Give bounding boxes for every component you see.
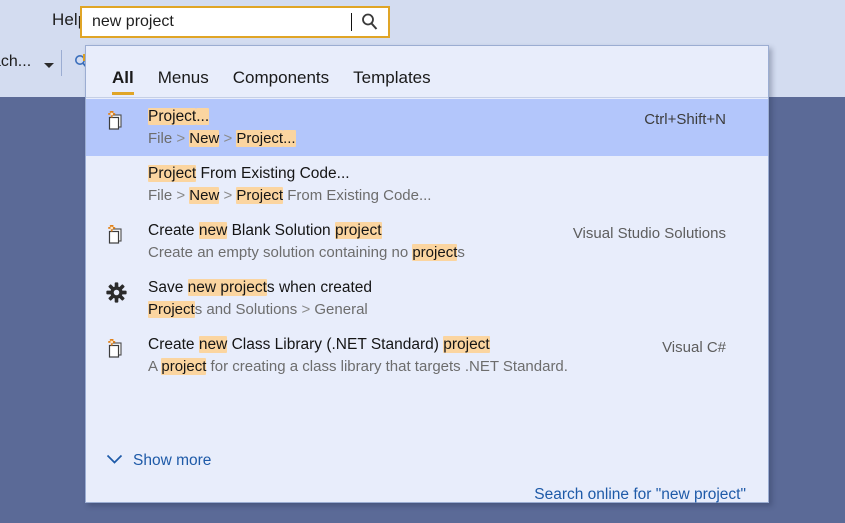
result-subtitle: File > New > Project From Existing Code.…: [148, 185, 752, 206]
tab-menus[interactable]: Menus: [146, 68, 221, 97]
keyboard-shortcut: Ctrl+Shift+N: [644, 111, 726, 128]
gear-icon: [106, 282, 127, 303]
result-title: Save new projects when created: [148, 277, 752, 298]
search-input[interactable]: [82, 9, 352, 35]
chevron-down-icon: [106, 452, 123, 470]
chevron-down-icon[interactable]: [44, 63, 54, 68]
text-run: Class Library (.NET Standard): [227, 336, 444, 353]
text-run: s and Solutions: [194, 301, 302, 318]
result-title: Project From Existing Code...: [148, 163, 752, 184]
text-run: >: [219, 187, 237, 204]
show-more-row[interactable]: Show more: [86, 441, 768, 481]
text-run: New: [189, 187, 220, 204]
text-run: From Existing Code...: [283, 187, 432, 204]
result-subtitle: Create an empty solution containing no p…: [148, 242, 752, 263]
text-run: General: [314, 301, 368, 318]
text-run: Save: [148, 279, 188, 296]
result-text: Project From Existing Code... File > New…: [148, 163, 752, 206]
result-item[interactable]: Project From Existing Code... File > New…: [86, 156, 768, 213]
result-subtitle: A project for creating a class library t…: [148, 356, 752, 377]
text-run: >: [176, 130, 190, 147]
text-run: Project: [148, 165, 197, 182]
text-run: >: [219, 130, 237, 147]
text-run: Project: [148, 301, 195, 318]
text-run: Create an empty solution containing no: [148, 244, 413, 261]
new-project-icon: [106, 337, 126, 359]
text-run: Create: [148, 222, 199, 239]
result-item[interactable]: Project... File > New > Project... Ctrl+…: [86, 99, 768, 156]
results-list: Project... File > New > Project... Ctrl+…: [86, 98, 768, 384]
result-item[interactable]: Create new Blank Solution project Create…: [86, 213, 768, 270]
text-run: File: [148, 130, 177, 147]
show-more-label[interactable]: Show more: [133, 452, 211, 470]
text-run: Project: [236, 130, 284, 147]
toolbar-separator: [61, 50, 62, 76]
text-run: project: [412, 244, 458, 261]
result-category: Visual C#: [662, 339, 726, 356]
text-run: A: [148, 358, 162, 375]
search-online-link[interactable]: Search online for "new project": [534, 486, 746, 503]
result-item[interactable]: Save new projects when created Projects …: [86, 270, 768, 327]
search-icon[interactable]: [352, 8, 388, 36]
new-project-icon: [106, 223, 126, 245]
tab-templates[interactable]: Templates: [341, 68, 442, 97]
text-run: Project: [148, 108, 197, 125]
text-run: Blank Solution: [227, 222, 335, 239]
tab-all[interactable]: All: [100, 68, 146, 97]
result-subtitle: File > New > Project...: [148, 128, 752, 149]
text-run: New: [189, 130, 220, 147]
filter-tabs: All Menus Components Templates: [86, 46, 768, 98]
text-run: project: [443, 336, 490, 353]
result-category: Visual Studio Solutions: [572, 225, 726, 242]
text-run: ...: [283, 130, 296, 147]
toolbar-attach-dropdown[interactable]: ach...: [0, 53, 31, 71]
text-run: project: [335, 222, 382, 239]
text-run: s when created: [266, 279, 373, 296]
text-run: >: [176, 187, 190, 204]
search-box[interactable]: [80, 6, 390, 38]
text-run: new project: [187, 279, 267, 296]
text-run: ...: [196, 108, 210, 125]
text-run: s: [457, 244, 465, 261]
text-run: From Existing Code...: [196, 165, 350, 182]
search-results-popup: All Menus Components Templates Project..…: [85, 45, 769, 503]
text-run: new: [198, 222, 228, 239]
search-online-row: Search online for "new project": [534, 486, 746, 504]
text-run: >: [301, 301, 315, 318]
text-run: project: [161, 358, 207, 375]
text-run: new: [198, 336, 228, 353]
result-subtitle: Projects and Solutions > General: [148, 299, 752, 320]
text-run: for creating a class library that target…: [206, 358, 568, 375]
new-project-icon: [106, 109, 126, 131]
result-text: Save new projects when created Projects …: [148, 277, 752, 320]
tab-components[interactable]: Components: [221, 68, 341, 97]
result-item[interactable]: Create new Class Library (.NET Standard)…: [86, 327, 768, 384]
text-run: Create: [148, 336, 199, 353]
text-run: File: [148, 187, 177, 204]
text-run: Project: [236, 187, 284, 204]
